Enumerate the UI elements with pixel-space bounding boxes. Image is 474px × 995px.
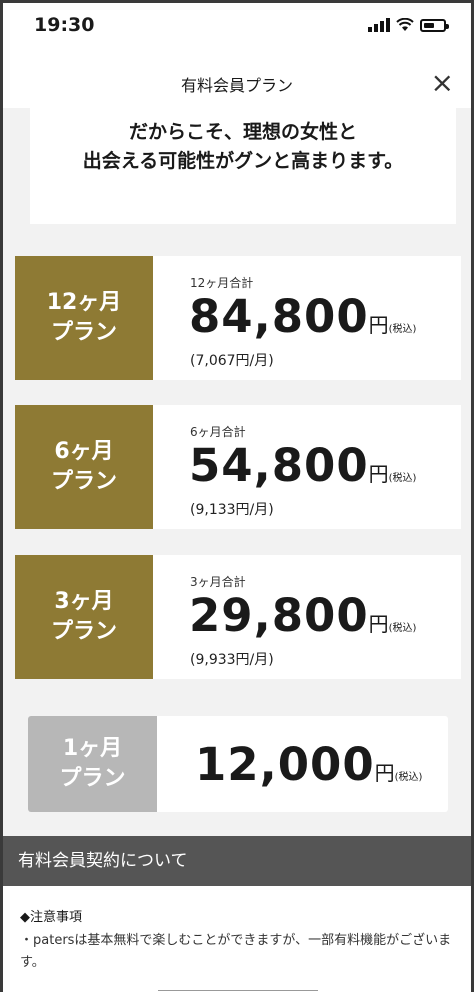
plan-12-months[interactable]: 12ヶ月プラン 12ヶ月合計 84,800円(税込) (7,067円/月): [15, 256, 461, 380]
plan-badge: 6ヶ月プラン: [15, 405, 153, 529]
hero-text: だからこそ、理想の女性と 出会える可能性がグンと高まります。: [30, 118, 456, 176]
plan-badge: 3ヶ月プラン: [15, 555, 153, 679]
yen-unit: 円: [368, 462, 389, 486]
signal-icon: [368, 16, 390, 32]
plan-list: 12ヶ月 プラン 12ヶ月合計 84,800円(税込) (7,067円/月) 6ヶ…: [0, 224, 474, 836]
status-bar: 19:30: [0, 0, 474, 60]
notes-heading: ◆注意事項: [20, 910, 82, 925]
plan-6-months[interactable]: 6ヶ月プラン 6ヶ月合計 54,800円(税込) (9,133円/月): [15, 405, 461, 529]
plan-info: 12,000円(税込): [157, 716, 448, 812]
plan-monthly: (7,067円/月): [190, 353, 274, 369]
yen-unit: 円: [368, 313, 389, 337]
tax-note: (税込): [388, 473, 417, 484]
battery-icon: [420, 19, 449, 32]
plan-total-label: 3ヶ月合計: [190, 575, 246, 589]
terms-section: ◆注意事項 ・patersは基本無料で楽しむことができますが、一部有料機能がござ…: [0, 886, 474, 992]
hero-card: だからこそ、理想の女性と 出会える可能性がグンと高まります。: [30, 108, 456, 224]
navbar: 有料会員プラン ×: [0, 60, 474, 109]
plan-badge-duration: 3ヶ月: [54, 589, 114, 614]
plan-price: 84,800円(税込): [189, 290, 416, 343]
yen-unit: 円: [374, 761, 395, 785]
tax-note: (税込): [394, 772, 423, 783]
plan-1-month[interactable]: 1ヶ月プラン 12,000円(税込): [28, 716, 448, 812]
tax-note: (税込): [388, 623, 417, 634]
hero-line-2: 出会える可能性がグンと高まります。: [82, 150, 404, 172]
hero-section: だからこそ、理想の女性と 出会える可能性がグンと高まります。: [0, 108, 474, 224]
plan-badge-label: プラン: [50, 320, 117, 345]
tax-note: (税込): [388, 324, 417, 335]
notes-text: ・patersは基本無料で楽しむことができますが、一部有料機能がございます。: [20, 933, 452, 970]
plan-badge-duration: 6ヶ月: [54, 439, 114, 464]
plan-total-label: 6ヶ月合計: [190, 425, 246, 439]
page-title: 有料会員プラン: [180, 76, 293, 95]
wifi-icon: [396, 18, 414, 32]
status-time: 19:30: [34, 14, 95, 36]
plan-monthly: (9,133円/月): [190, 502, 274, 518]
yen-unit: 円: [368, 612, 389, 636]
plan-3-months[interactable]: 3ヶ月プラン 3ヶ月合計 29,800円(税込) (9,933円/月): [15, 555, 461, 679]
plan-badge-label: プラン: [50, 469, 117, 494]
plan-badge-duration: 12ヶ月: [46, 290, 122, 315]
status-icons: [368, 16, 449, 32]
plan-info: 6ヶ月合計 54,800円(税込) (9,133円/月): [153, 405, 461, 529]
plan-price: 12,000円(税込): [195, 738, 422, 791]
divider: [158, 990, 318, 995]
plan-badge: 1ヶ月プラン: [28, 716, 157, 812]
plan-badge-label: プラン: [50, 619, 117, 644]
terms-section-header: 有料会員契約について: [0, 836, 474, 886]
plan-price-value: 12,000: [195, 738, 375, 791]
plan-price: 29,800円(税込): [189, 589, 416, 642]
plan-badge-label: プラン: [59, 766, 126, 791]
plan-info: 3ヶ月合計 29,800円(税込) (9,933円/月): [153, 555, 461, 679]
plan-price-value: 29,800: [189, 589, 369, 642]
plan-total-label: 12ヶ月合計: [190, 276, 254, 290]
close-icon[interactable]: ×: [431, 66, 454, 100]
plan-price: 54,800円(税込): [189, 439, 416, 492]
plan-badge: 12ヶ月プラン: [15, 256, 153, 380]
hero-line-1: だからこそ、理想の女性と: [128, 121, 357, 143]
plan-badge-duration: 1ヶ月: [62, 736, 123, 761]
plan-info: 12ヶ月合計 84,800円(税込) (7,067円/月): [153, 256, 461, 380]
plan-price-value: 84,800: [189, 290, 369, 343]
plan-price-value: 54,800: [189, 439, 369, 492]
plan-monthly: (9,933円/月): [190, 652, 274, 668]
